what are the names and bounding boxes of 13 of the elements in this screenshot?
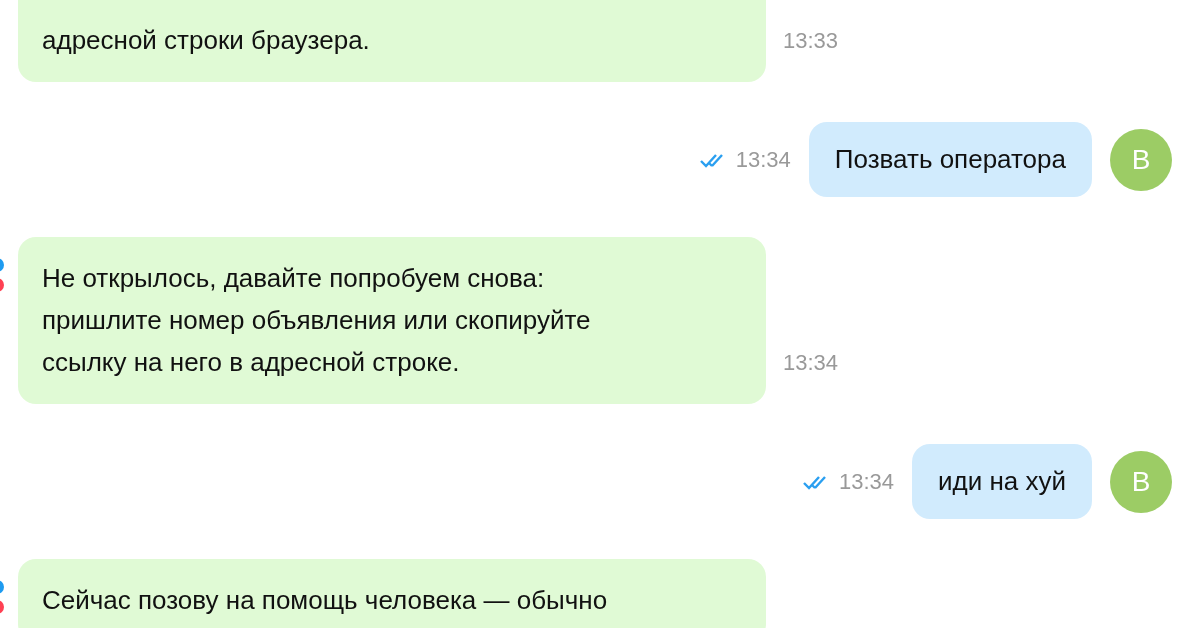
message-text: Не открылось, давайте попробуем снова: [42,262,546,295]
message-time: 13:33 [783,27,839,55]
message-text: адресной строки браузера. [42,24,371,57]
message-text: пришлите номер объявления или скопируйте [42,304,592,337]
message-time: 13:34 [783,349,839,377]
avatar: В [1110,450,1172,513]
message-text: Позвать оператора [834,143,1066,176]
avatar: В [1110,128,1172,191]
message-text: иди на хуй [938,465,1066,498]
message-text: Сейчас позову на помощь человека — обычно [42,584,609,617]
message-text: ссылку на него в адресной строке. [42,346,461,379]
message-time: 13:34 [838,468,894,496]
message-time: 13:34 [735,146,791,174]
